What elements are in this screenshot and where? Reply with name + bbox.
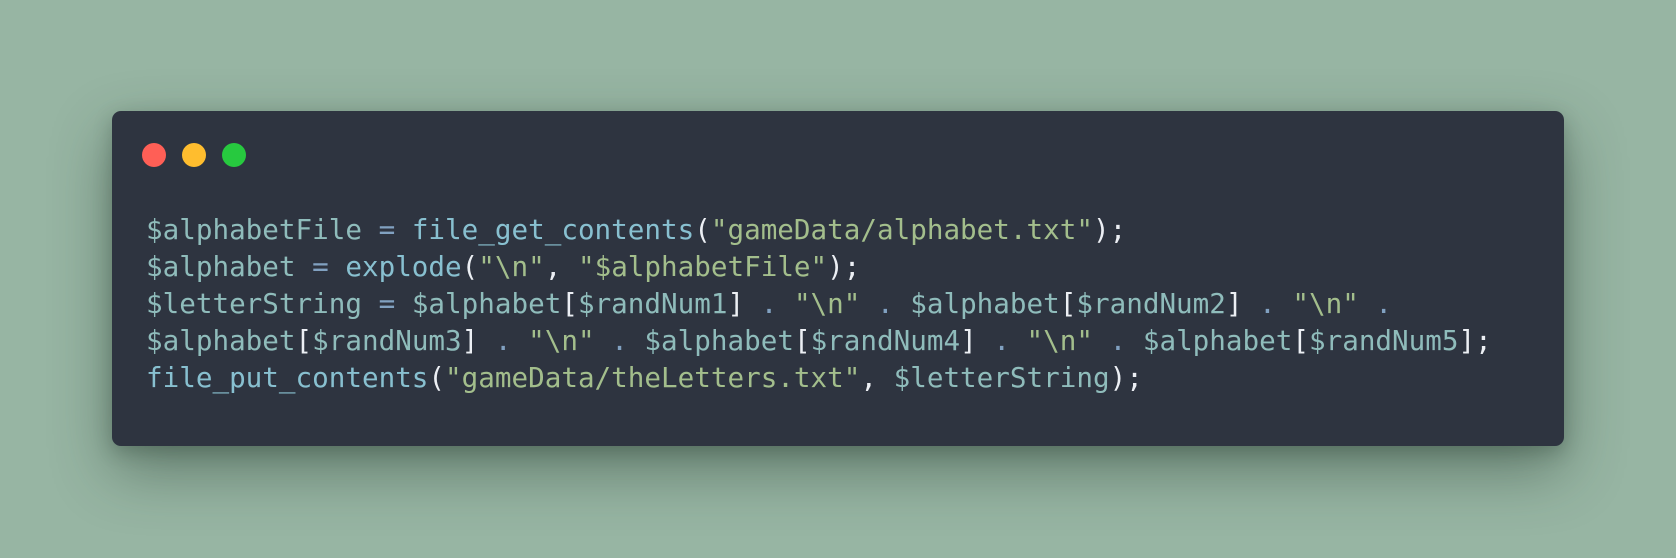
code-token: $randNum2 (1076, 287, 1226, 320)
code-token: , (544, 250, 578, 283)
code-token: $alphabet (910, 287, 1060, 320)
code-token: $alphabet (146, 324, 296, 357)
code-token: ( (694, 213, 711, 246)
code-token: . (744, 287, 794, 320)
code-block: $alphabetFile = file_get_contents("gameD… (146, 211, 1492, 396)
code-token: = (361, 213, 412, 246)
code-token: ] (727, 287, 745, 320)
code-token: = (361, 287, 412, 320)
code-token: $alphabetFile (146, 213, 362, 246)
code-token: . (1358, 287, 1393, 320)
maximize-dot-icon (222, 143, 246, 167)
code-token: $alphabet (644, 324, 794, 357)
code-token: [ (561, 287, 578, 320)
code-token: . (1242, 287, 1293, 320)
minimize-dot-icon (182, 143, 206, 167)
code-token: $alphabet (1142, 324, 1293, 357)
code-token: $randNum1 (577, 287, 728, 320)
code-line: $letterString = $alphabet[$randNum1] . "… (146, 285, 1492, 322)
code-token: . (860, 287, 911, 320)
code-line: file_put_contents("gameData/theLetters.t… (146, 359, 1492, 396)
code-token: file_put_contents (146, 361, 429, 394)
code-token: ); (827, 250, 861, 283)
code-token: ] (1225, 287, 1243, 320)
code-token: [ (295, 324, 313, 357)
code-token: . (976, 324, 1027, 357)
code-token: "gameData/theLetters.txt" (445, 361, 861, 394)
code-token: ( (428, 361, 446, 394)
code-token: explode (345, 250, 462, 283)
code-token: "$alphabetFile" (577, 250, 828, 283)
code-token: [ (793, 324, 811, 357)
code-token: $alphabet (146, 250, 296, 283)
code-token: "\n" (528, 324, 595, 357)
code-token: file_get_contents (411, 213, 695, 246)
code-token: $randNum4 (810, 324, 961, 357)
code-token: "\n" (793, 287, 861, 320)
window-controls (142, 143, 262, 167)
close-dot-icon (142, 143, 166, 167)
code-token: $letterString (146, 287, 362, 320)
code-line: $alphabet[$randNum3] . "\n" . $alphabet[… (146, 322, 1492, 359)
code-token: [ (1292, 324, 1309, 357)
code-line: $alphabetFile = file_get_contents("gameD… (146, 211, 1492, 248)
code-token: $randNum3 (312, 324, 462, 357)
code-token: $randNum5 (1308, 324, 1459, 357)
code-token: ); (1092, 213, 1127, 246)
code-token: ( (461, 250, 479, 283)
code-token: . (1093, 324, 1143, 357)
code-token: "\n" (1026, 324, 1093, 357)
code-token: "\n" (1292, 287, 1359, 320)
code-token: . (594, 324, 645, 357)
code-token: "gameData/alphabet.txt" (710, 213, 1093, 246)
code-token: ] (960, 324, 977, 357)
code-token: . (478, 324, 529, 357)
code-token: ); (1109, 361, 1143, 394)
code-token: , (860, 361, 894, 394)
code-line: $alphabet = explode("\n", "$alphabetFile… (146, 248, 1492, 285)
code-window: $alphabetFile = file_get_contents("gameD… (112, 111, 1564, 446)
code-token: ]; (1458, 324, 1492, 357)
code-token: $alphabet (411, 287, 562, 320)
code-token: ] (461, 324, 479, 357)
code-token: "\n" (478, 250, 545, 283)
code-token: = (295, 250, 346, 283)
code-token: [ (1059, 287, 1077, 320)
code-token: $letterString (893, 361, 1110, 394)
